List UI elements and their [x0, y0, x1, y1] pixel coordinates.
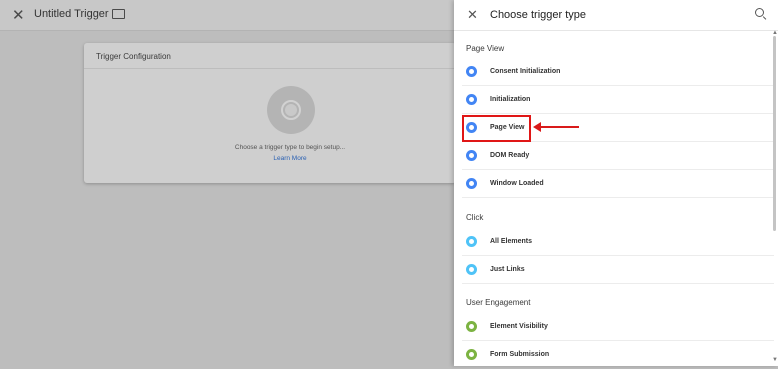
page-view-highlight-box — [462, 115, 531, 142]
annotation-arrow — [539, 126, 579, 128]
close-panel-icon[interactable]: ✕ — [467, 7, 478, 23]
trigger-item-just-links[interactable]: Just Links — [462, 256, 774, 284]
item-label: Initialization — [490, 96, 531, 103]
window-loaded-icon — [466, 178, 477, 189]
trigger-item-form-submission[interactable]: Form Submission — [462, 341, 774, 369]
form-submission-icon — [466, 349, 477, 360]
item-label: DOM Ready — [490, 152, 530, 159]
trigger-item-window-loaded[interactable]: Window Loaded — [462, 170, 774, 198]
close-icon[interactable]: ✕ — [12, 6, 25, 24]
item-label: Window Loaded — [490, 180, 544, 187]
panel-scrollbar[interactable] — [773, 36, 776, 231]
panel-header: ✕ Choose trigger type — [454, 0, 778, 31]
item-label: Just Links — [490, 266, 525, 273]
item-label: Form Submission — [490, 351, 550, 358]
card-header: Trigger Configuration — [84, 43, 456, 69]
trigger-item-element-visibility[interactable]: Element Visibility — [462, 313, 774, 341]
card-hint: Choose a trigger type to begin setup... — [234, 144, 346, 151]
panel-title: Choose trigger type — [490, 9, 586, 21]
item-label: Element Visibility — [490, 323, 548, 330]
consent-initialization-icon — [466, 66, 477, 77]
just-links-icon — [466, 264, 477, 275]
initialization-icon — [466, 94, 477, 105]
item-label: Consent Initialization — [490, 68, 561, 75]
search-icon[interactable] — [755, 8, 764, 17]
trigger-item-dom-ready[interactable]: DOM Ready — [462, 142, 774, 170]
trigger-name[interactable]: Untitled Trigger — [34, 8, 109, 20]
section-page-view: Page View — [466, 44, 505, 53]
trigger-item-initialization[interactable]: Initialization — [462, 86, 774, 114]
trigger-placeholder-icon[interactable] — [267, 86, 315, 134]
element-visibility-icon — [466, 321, 477, 332]
scroll-down-arrow-icon[interactable]: ▼ — [772, 357, 778, 363]
section-click: Click — [466, 213, 484, 222]
item-label: All Elements — [490, 238, 533, 245]
trigger-item-consent-initialization[interactable]: Consent Initialization — [462, 58, 774, 86]
trigger-configuration-card[interactable]: Trigger Configuration Choose a trigger t… — [84, 43, 456, 183]
trigger-item-all-elements[interactable]: All Elements — [462, 228, 774, 256]
trigger-topbar: ✕ Untitled Trigger — [0, 0, 454, 31]
all-elements-icon — [466, 236, 477, 247]
trigger-type-panel: ✕ Choose trigger type Page View Consent … — [454, 0, 778, 366]
folder-icon[interactable] — [112, 9, 125, 19]
learn-more-link[interactable]: Learn More — [84, 155, 456, 162]
dom-ready-icon — [466, 150, 477, 161]
section-user-engagement: User Engagement — [466, 298, 531, 307]
